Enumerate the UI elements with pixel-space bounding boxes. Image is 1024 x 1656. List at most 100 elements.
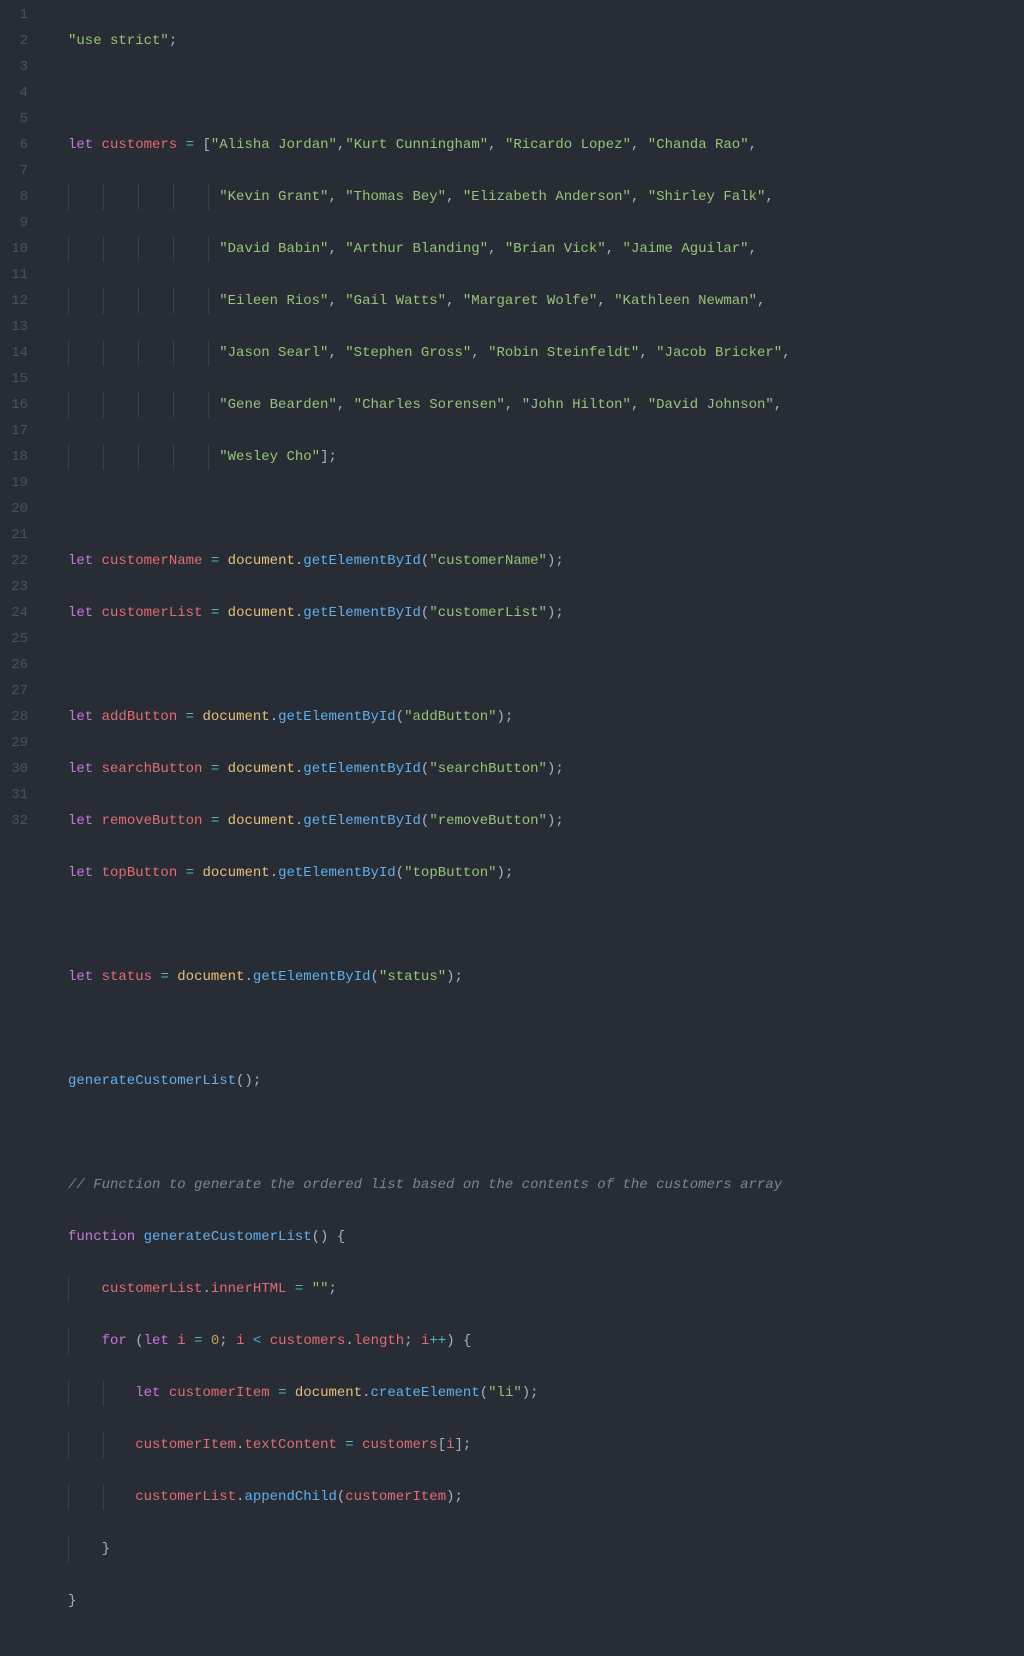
string-token: "Margaret Wolfe" [463, 293, 597, 309]
code-line[interactable]: "David Babin", "Arthur Blanding", "Brian… [68, 236, 791, 262]
code-line[interactable]: for (let i = 0; i < customers.length; i+… [68, 1328, 791, 1354]
code-line[interactable]: let addButton = document.getElementById(… [68, 704, 791, 730]
code-line[interactable]: customerItem.textContent = customers[i]; [68, 1432, 791, 1458]
object-token: document [202, 709, 269, 725]
line-number: 31 [0, 782, 28, 808]
code-line[interactable] [68, 912, 791, 938]
string-token: "David Johnson" [648, 397, 774, 413]
comment-token: // Function to generate the ordered list… [68, 1177, 782, 1193]
object-token: document [228, 813, 295, 829]
line-number: 29 [0, 730, 28, 756]
variable-token: status [102, 969, 152, 985]
string-token: "Kevin Grant" [219, 189, 328, 205]
line-number: 32 [0, 808, 28, 834]
string-token: "John Hilton" [522, 397, 631, 413]
code-line[interactable]: "Gene Bearden", "Charles Sorensen", "Joh… [68, 392, 791, 418]
function-token: generateCustomerList [144, 1229, 312, 1245]
code-line[interactable]: let searchButton = document.getElementBy… [68, 756, 791, 782]
code-line[interactable]: } [68, 1536, 791, 1562]
function-token: generateCustomerList [68, 1073, 236, 1089]
code-line[interactable]: let status = document.getElementById("st… [68, 964, 791, 990]
string-token: "removeButton" [429, 813, 547, 829]
code-line[interactable]: "use strict"; [68, 28, 791, 54]
property-token: innerHTML [211, 1281, 287, 1297]
line-number: 25 [0, 626, 28, 652]
object-token: document [202, 865, 269, 881]
string-token: "Eileen Rios" [219, 293, 328, 309]
string-token: "searchButton" [429, 761, 547, 777]
object-token: document [228, 553, 295, 569]
code-line[interactable]: "Jason Searl", "Stephen Gross", "Robin S… [68, 340, 791, 366]
string-token: "Ricardo Lopez" [505, 137, 631, 153]
code-line[interactable]: let topButton = document.getElementById(… [68, 860, 791, 886]
code-editor[interactable]: "use strict"; let customers = ["Alisha J… [42, 0, 791, 828]
code-line[interactable]: function generateCustomerList() { [68, 1224, 791, 1250]
code-line[interactable]: let customerName = document.getElementBy… [68, 548, 791, 574]
variable-token: searchButton [102, 761, 203, 777]
code-line[interactable]: customerList.appendChild(customerItem); [68, 1484, 791, 1510]
line-number: 27 [0, 678, 28, 704]
line-number: 3 [0, 54, 28, 80]
line-number: 19 [0, 470, 28, 496]
variable-token: customers [102, 137, 178, 153]
line-number: 8 [0, 184, 28, 210]
line-number: 7 [0, 158, 28, 184]
string-token: "Charles Sorensen" [354, 397, 505, 413]
code-line[interactable]: let customers = ["Alisha Jordan","Kurt C… [68, 132, 791, 158]
code-line[interactable]: let removeButton = document.getElementBy… [68, 808, 791, 834]
string-token: "customerName" [429, 553, 547, 569]
function-token: getElementById [303, 761, 421, 777]
keyword-token: let [68, 813, 93, 829]
code-line[interactable]: // Function to generate the ordered list… [68, 1172, 791, 1198]
line-number: 17 [0, 418, 28, 444]
object-token: document [228, 761, 295, 777]
function-token: getElementById [278, 865, 396, 881]
string-token: "Gene Bearden" [219, 397, 337, 413]
line-number: 11 [0, 262, 28, 288]
function-token: getElementById [303, 813, 421, 829]
code-line[interactable] [68, 1016, 791, 1042]
code-line[interactable] [68, 80, 791, 106]
line-number: 5 [0, 106, 28, 132]
string-token: "Kathleen Newman" [614, 293, 757, 309]
code-line[interactable] [68, 1640, 791, 1656]
code-line[interactable] [68, 496, 791, 522]
string-token: "David Babin" [219, 241, 328, 257]
string-token: "Gail Watts" [345, 293, 446, 309]
string-token: "status" [379, 969, 446, 985]
function-token: getElementById [253, 969, 371, 985]
code-line[interactable]: } [68, 1588, 791, 1614]
function-token: getElementById [303, 605, 421, 621]
line-number: 1 [0, 2, 28, 28]
string-token: "topButton" [404, 865, 496, 881]
keyword-token: let [68, 865, 93, 881]
code-line[interactable]: let customerItem = document.createElemen… [68, 1380, 791, 1406]
code-line[interactable]: "Kevin Grant", "Thomas Bey", "Elizabeth … [68, 184, 791, 210]
variable-token: removeButton [102, 813, 203, 829]
object-token: document [177, 969, 244, 985]
code-line[interactable]: "Eileen Rios", "Gail Watts", "Margaret W… [68, 288, 791, 314]
line-number: 26 [0, 652, 28, 678]
string-token: "Robin Steinfeldt" [488, 345, 639, 361]
string-token: "Brian Vick" [505, 241, 606, 257]
keyword-token: let [135, 1385, 160, 1401]
string-token: "customerList" [429, 605, 547, 621]
code-line[interactable]: customerList.innerHTML = ""; [68, 1276, 791, 1302]
keyword-token: let [68, 137, 93, 153]
line-number: 14 [0, 340, 28, 366]
variable-token: customerItem [169, 1385, 270, 1401]
string-token: "Jason Searl" [219, 345, 328, 361]
code-line[interactable]: "Wesley Cho"]; [68, 444, 791, 470]
code-line[interactable] [68, 652, 791, 678]
line-number: 18 [0, 444, 28, 470]
operator-token: = [186, 137, 194, 153]
line-number: 15 [0, 366, 28, 392]
code-line[interactable]: generateCustomerList(); [68, 1068, 791, 1094]
line-number: 4 [0, 80, 28, 106]
code-line[interactable]: let customerList = document.getElementBy… [68, 600, 791, 626]
variable-token: customerName [102, 553, 203, 569]
line-number: 24 [0, 600, 28, 626]
code-line[interactable] [68, 1120, 791, 1146]
string-token: "Arthur Blanding" [345, 241, 488, 257]
variable-token: customerItem [135, 1437, 236, 1453]
